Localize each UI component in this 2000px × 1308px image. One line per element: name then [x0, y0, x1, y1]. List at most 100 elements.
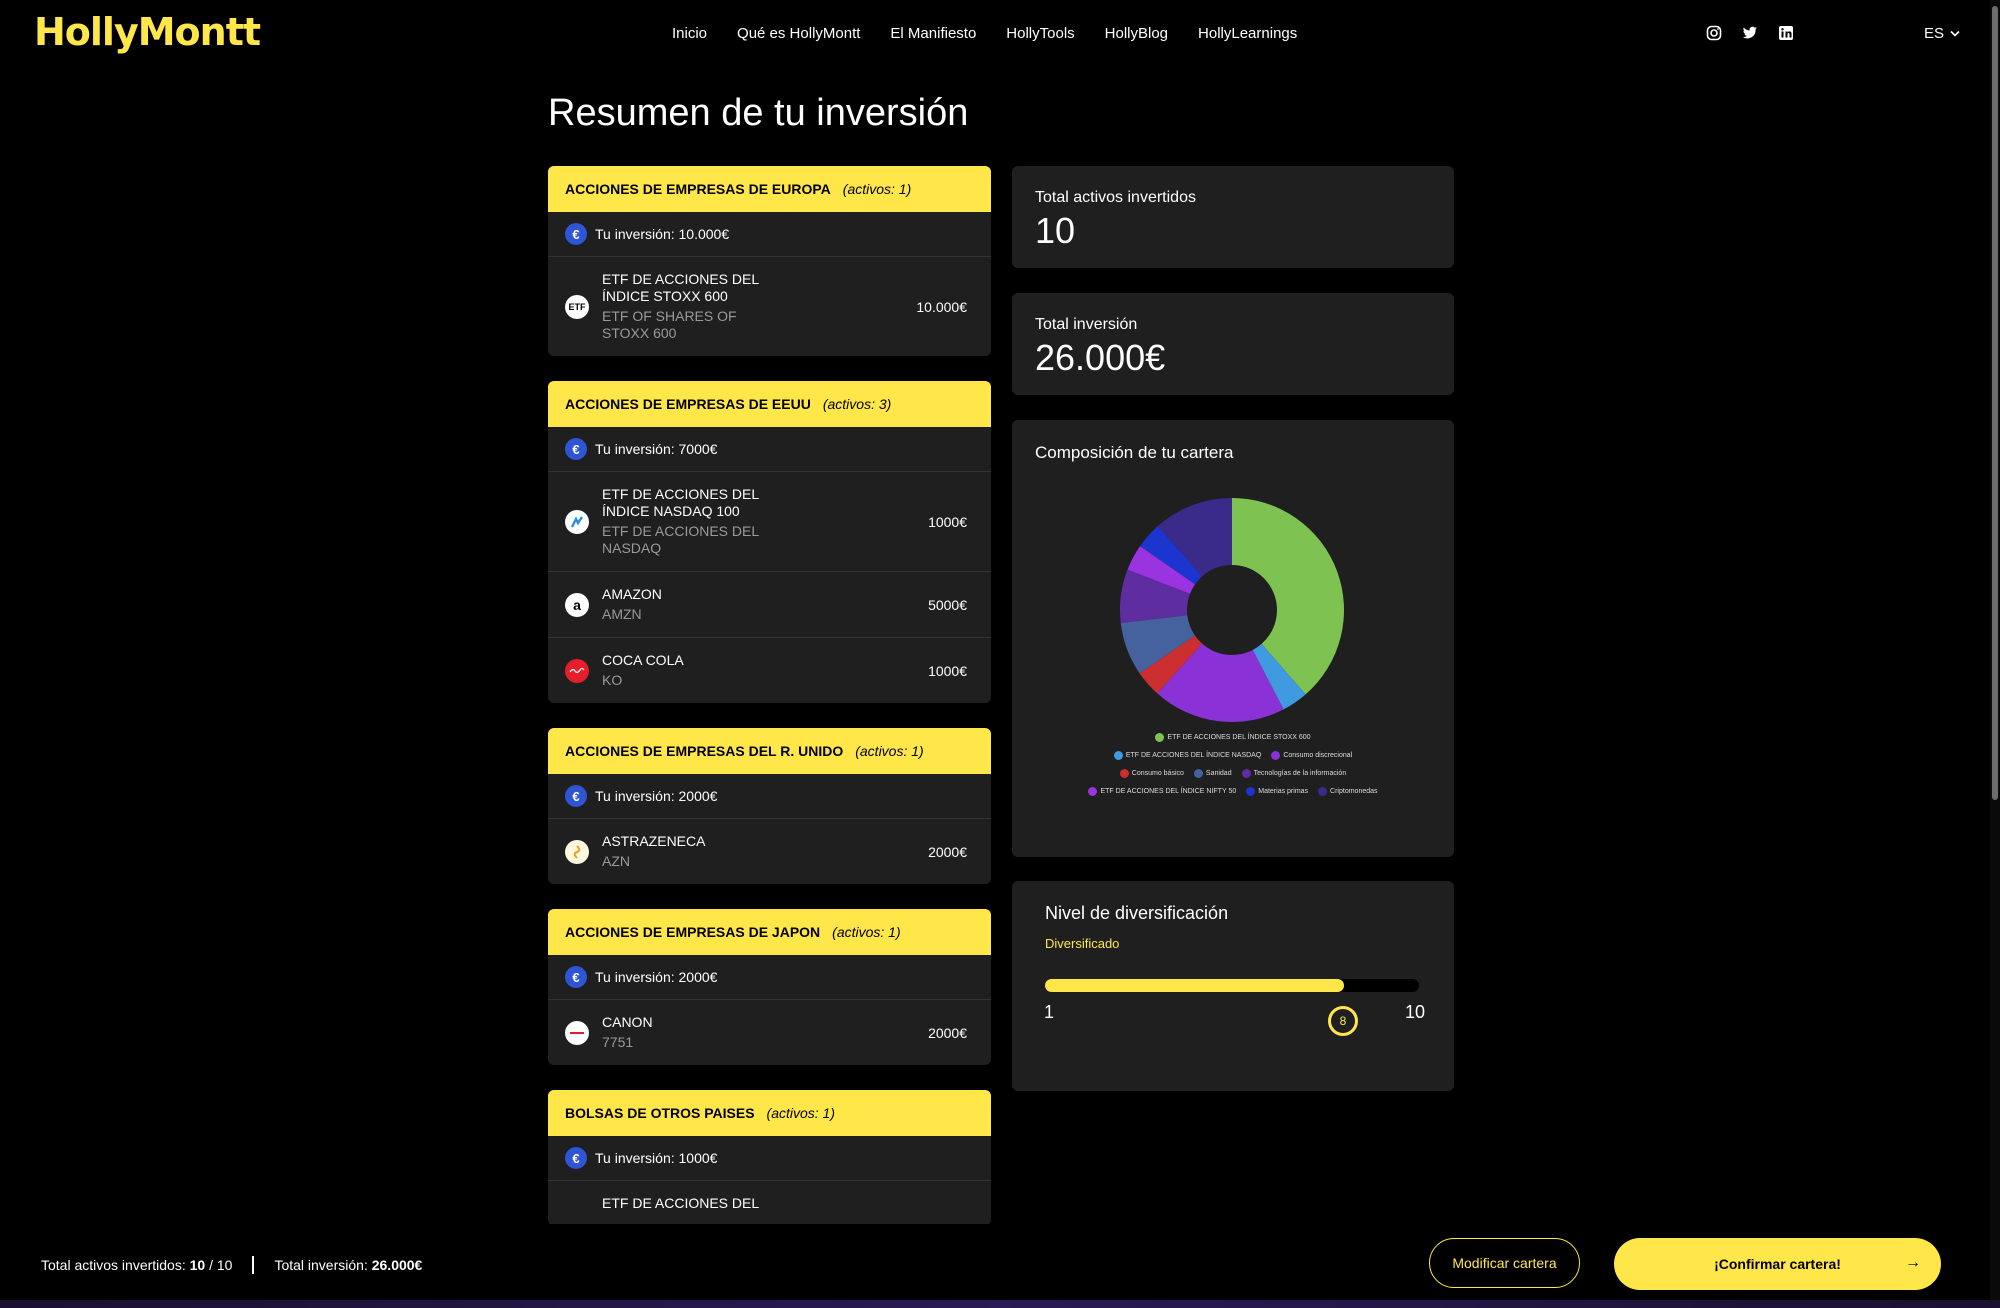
group-investment-label: Tu inversión: 1000€ — [595, 1150, 718, 1166]
legend-label: Sanidad — [1205, 770, 1232, 777]
etf-icon: ETF — [565, 294, 589, 319]
legend-swatch — [1113, 751, 1123, 760]
asset-subtitle: ETF DE ACCIONES DEL NASDAQ — [602, 523, 759, 556]
total-assets-value: 10 — [1035, 210, 1076, 251]
group-title: ACCIONES DE EMPRESAS DEL R. UNIDO — [565, 743, 844, 759]
twitter-icon[interactable] — [1742, 25, 1758, 41]
modify-portfolio-button[interactable]: Modificar cartera — [1429, 1238, 1580, 1288]
legend-item[interactable]: Tecnologías de la información — [1241, 769, 1346, 778]
slider-min-label: 1 — [1044, 1002, 1055, 1022]
nav-link-que-es[interactable]: Qué es HollyMontt — [737, 25, 860, 42]
group-count: (activos: 3) — [822, 396, 892, 412]
group-investment: € Tu inversión: 2000€ — [548, 774, 991, 819]
nav-link-inicio[interactable]: Inicio — [672, 25, 707, 42]
group-count: (activos: 1) — [855, 743, 924, 759]
diversification-title: Nivel de diversificación — [1045, 903, 1229, 923]
group-investment: € Tu inversión: 2000€ — [548, 955, 991, 1000]
legend-swatch — [1088, 787, 1098, 796]
group-investment-label: Tu inversión: 2000€ — [595, 788, 718, 804]
linkedin-icon[interactable] — [1778, 25, 1794, 41]
asset-name: ETF DE ACCIONES DEL ÍNDICE STOXX 600 — [602, 271, 759, 304]
scrollbar-thumb[interactable] — [1992, 6, 1998, 800]
legend-item[interactable]: ETF DE ACCIONES DEL ÍNDICE NASDAQ — [1113, 751, 1261, 760]
canon-logo-icon — [565, 1020, 589, 1045]
nasdaq-logo-icon — [565, 509, 589, 534]
legend-item[interactable]: Consumo básico — [1119, 769, 1184, 778]
diversification-slider-knob: 8 — [1328, 1006, 1358, 1036]
legend-item[interactable]: ETF DE ACCIONES DEL ÍNDICE NIFTY 50 — [1088, 787, 1236, 796]
group-header: BOLSAS DE OTROS PAISES (activos: 1) — [548, 1090, 991, 1136]
total-investment-label: Total inversión — [1035, 316, 1138, 333]
composition-card: Composición de tu cartera ETF DE ACCIONE… — [1012, 420, 1454, 857]
hollymontt-logo[interactable]: HollyMontt — [34, 10, 261, 54]
top-header: HollyMontt Inicio Qué es HollyMontt El M… — [0, 0, 2000, 70]
legend-swatch — [1241, 769, 1251, 778]
group-title: BOLSAS DE OTROS PAISES — [565, 1105, 755, 1121]
legend-label: Criptomonedas — [1330, 788, 1378, 795]
group-investment: € Tu inversión: 1000€ — [548, 1136, 991, 1181]
group-investment: € Tu inversión: 7000€ — [548, 427, 991, 472]
language-selector[interactable]: ES — [1924, 25, 1960, 42]
group-count: (activos: 1) — [842, 181, 912, 197]
footer-investment-label: Total inversión: — [274, 1257, 372, 1273]
legend-item[interactable]: Sanidad — [1193, 769, 1232, 778]
arrow-right-icon: → — [1905, 1254, 1921, 1271]
amazon-logo-icon: a — [565, 592, 589, 617]
group-eeuu: ACCIONES DE EMPRESAS DE EEUU (activos: 3… — [548, 381, 991, 703]
page-scrollbar[interactable] — [1990, 0, 2000, 1308]
total-assets-label: Total activos invertidos — [1035, 189, 1196, 206]
bottom-gradient-line — [0, 1300, 2000, 1308]
group-europa: ACCIONES DE EMPRESAS DE EUROPA (activos:… — [548, 166, 991, 356]
slider-max-label: 10 — [1405, 1002, 1426, 1022]
group-investment: € Tu inversión: 10.000€ — [548, 212, 991, 257]
total-investment-value: 26.000€ — [1035, 337, 1166, 378]
group-title: ACCIONES DE EMPRESAS DE EEUU — [565, 396, 811, 412]
nav-link-hollylearnings[interactable]: HollyLearnings — [1198, 25, 1297, 42]
asset-value: 10.000€ — [916, 298, 967, 315]
asset-subtitle: KO — [602, 672, 623, 688]
asset-name: ETF DE ACCIONES DEL — [602, 1195, 760, 1211]
asset-subtitle: AZN — [602, 853, 630, 869]
diversification-card: Nivel de diversificación Diversificado 1… — [1012, 881, 1454, 1091]
legend-label: ETF DE ACCIONES DEL ÍNDICE STOXX 600 — [1167, 734, 1311, 741]
legend-swatch — [1246, 787, 1256, 796]
euro-icon: € — [565, 438, 587, 460]
asset-row: ETF DE ACCIONES DEL — [548, 1181, 991, 1224]
asset-row: ETF DE ACCIONES DEL ÍNDICE NASDAQ 100 ET… — [548, 472, 991, 572]
group-investment-label: Tu inversión: 2000€ — [595, 969, 718, 985]
investment-groups: ACCIONES DE EMPRESAS DE EUROPA (activos:… — [548, 166, 991, 1224]
nav-link-manifiesto[interactable]: El Manifiesto — [890, 25, 976, 42]
asset-row: ETF ETF DE ACCIONES DEL ÍNDICE STOXX 600… — [548, 257, 991, 356]
confirm-portfolio-button[interactable]: ¡Confirmar cartera! → — [1614, 1238, 1941, 1290]
asset-subtitle: 7751 — [602, 1034, 634, 1050]
group-investment-label: Tu inversión: 10.000€ — [595, 226, 730, 242]
total-investment-card: Total inversión 26.000€ — [1012, 293, 1454, 395]
legend-swatch — [1271, 751, 1281, 760]
legend-item[interactable]: Materias primas — [1246, 787, 1308, 796]
group-count: (activos: 1) — [766, 1105, 836, 1121]
euro-icon: € — [565, 966, 587, 988]
legend-label: Materias primas — [1258, 788, 1309, 795]
asset-name: CANON — [602, 1014, 653, 1030]
nav-link-hollyblog[interactable]: HollyBlog — [1105, 25, 1168, 42]
asset-row: COCA COLA KO 1000€ — [548, 638, 991, 703]
nav-link-hollytools[interactable]: HollyTools — [1006, 25, 1074, 42]
legend-label: ETF DE ACCIONES DEL ÍNDICE NIFTY 50 — [1100, 788, 1237, 795]
language-label: ES — [1924, 25, 1945, 42]
legend-item[interactable]: Consumo discrecional — [1271, 751, 1352, 760]
legend-item[interactable]: ETF DE ACCIONES DEL ÍNDICE STOXX 600 — [1155, 733, 1311, 742]
asset-value: 1000€ — [928, 513, 967, 530]
legend-item[interactable]: Criptomonedas — [1318, 787, 1378, 796]
asset-name: ETF DE ACCIONES DEL ÍNDICE NASDAQ 100 — [602, 486, 759, 519]
legend-label: Consumo básico — [1131, 770, 1184, 777]
coca-cola-logo-icon — [565, 658, 589, 683]
page-title: Resumen de tu inversión — [548, 92, 969, 134]
footer-assets-total: / 10 — [205, 1257, 233, 1273]
legend-swatch — [1155, 733, 1165, 742]
footer-stats: Total activos invertidos: 10 / 10 Total … — [41, 1256, 422, 1274]
footer-assets-value: 10 — [189, 1257, 206, 1273]
total-assets-card: Total activos invertidos 10 — [1012, 166, 1454, 268]
instagram-icon[interactable] — [1706, 25, 1722, 41]
asset-row: ASTRAZENECA AZN 2000€ — [548, 819, 991, 884]
asset-row: a AMAZON AMZN 5000€ — [548, 572, 991, 638]
